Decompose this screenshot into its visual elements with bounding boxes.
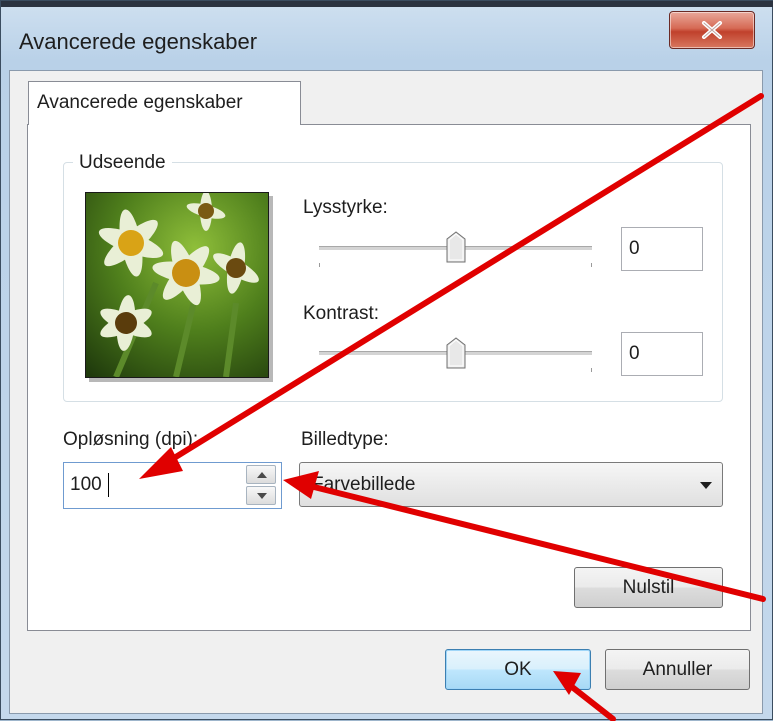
tab-advanced-properties[interactable]: Avancerede egenskaber [28, 81, 301, 125]
dialog-window: Avancerede egenskaber Avancerede egenska… [0, 0, 773, 721]
tab-label: Avancerede egenskaber [37, 92, 243, 113]
annotation-arrow-3 [564, 680, 616, 721]
annotation-arrow-1 [163, 93, 764, 466]
annotation-arrow-2 [303, 482, 766, 602]
annotation-arrowhead-1 [139, 447, 183, 479]
annotation-arrowhead-2 [283, 471, 319, 499]
